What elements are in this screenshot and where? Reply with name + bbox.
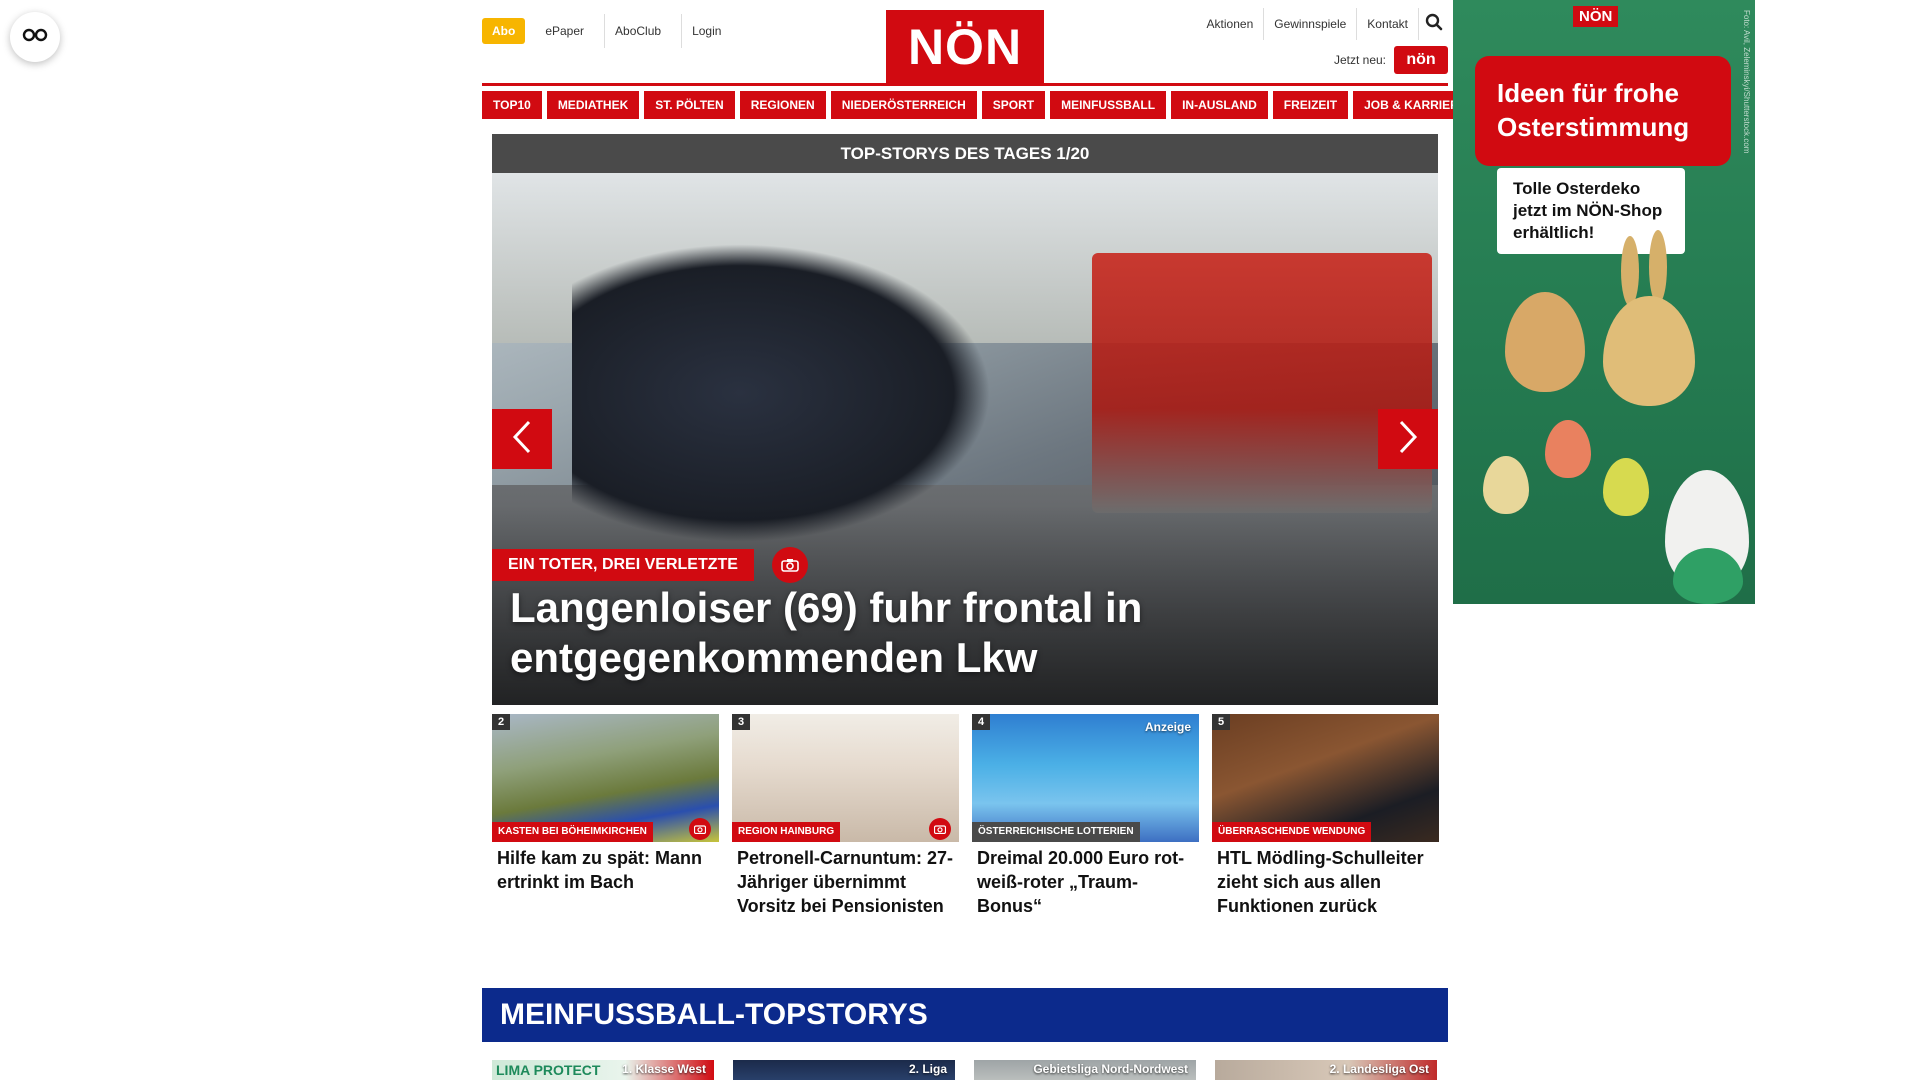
gewinnspiele-link[interactable]: Gewinnspiele (1263, 8, 1356, 40)
story-kicker: KASTEN BEI BÖHEIMKIRCHEN (492, 822, 653, 842)
section-title-meinfussball[interactable]: MEINFUSSBALL-TOPSTORYS (482, 988, 1448, 1042)
slide-bg-truck (1092, 253, 1432, 513)
noen-logo[interactable]: NÖN (886, 10, 1044, 84)
nav-meinfussball[interactable]: MEINFUSSBALL (1050, 91, 1167, 119)
ad-label: Anzeige (1144, 720, 1191, 734)
nav-sport[interactable]: SPORT (981, 91, 1046, 119)
story-card[interactable]: 2 KASTEN BEI BÖHEIMKIRCHEN Hilfe kam zu … (492, 714, 719, 918)
accessibility-button[interactable] (10, 12, 60, 62)
egg-decoration (1505, 292, 1585, 392)
story-kicker: ÖSTERREICHISCHE LOTTERIEN (972, 822, 1140, 842)
easter-egg-stick (1603, 458, 1649, 516)
teaser-league: 1. Klasse West (622, 1062, 706, 1076)
teaser-brand: LIMA PROTECT (496, 1062, 601, 1078)
slider-next-button[interactable] (1378, 409, 1438, 469)
story-card-image[interactable]: 3 REGION HAINBURG (732, 714, 959, 842)
utility-nav-right: Aktionen Gewinnspiele Kontakt (1197, 8, 1448, 40)
slide-headline[interactable]: Langenloiser (69) fuhr frontal in entgeg… (510, 583, 1410, 683)
story-rank: 2 (492, 714, 511, 730)
story-kicker: ÜBERRASCHENDE WENDUNG (1212, 822, 1372, 842)
search-icon (1425, 13, 1443, 36)
meinfussball-teasers: LIMA PROTECT 1. Klasse West 2. Liga Gebi… (492, 1060, 1438, 1080)
aktionen-link[interactable]: Aktionen (1197, 8, 1264, 40)
story-card-image[interactable]: 2 KASTEN BEI BÖHEIMKIRCHEN (492, 714, 719, 842)
utility-nav-left: Abo ePaper AboClub Login (482, 14, 731, 48)
nav-top10[interactable]: TOP10 (482, 91, 542, 119)
page: { "header": { "abo_label": "Abo", "left_… (0, 0, 1920, 1080)
nav-st-poelten[interactable]: ST. PÖLTEN (644, 91, 735, 119)
bunny-body-decoration (1603, 296, 1695, 406)
teaser-league: Gebietsliga Nord-Nordwest (1033, 1062, 1188, 1076)
story-rank: 5 (1212, 714, 1231, 730)
nav-in-ausland[interactable]: IN-AUSLAND (1171, 91, 1268, 119)
story-cards: 2 KASTEN BEI BÖHEIMKIRCHEN Hilfe kam zu … (492, 714, 1439, 918)
nav-mediathek[interactable]: MEDIATHEK (546, 91, 640, 119)
nav-niederoesterreich[interactable]: NIEDERÖSTERREICH (830, 91, 977, 119)
epaper-link[interactable]: ePaper (535, 14, 594, 48)
ad-logo: NÖN (1573, 6, 1619, 27)
story-rank: 4 (972, 714, 991, 730)
slider-title: TOP-STORYS DES TAGES 1/20 (492, 134, 1438, 173)
aboclub-link[interactable]: AboClub (604, 14, 671, 48)
slide-kicker[interactable]: EIN TOTER, DREI VERLETZTE (492, 549, 754, 581)
story-card[interactable]: 3 REGION HAINBURG Petronell-Carnuntum: 2… (732, 714, 959, 918)
bunny-decoration (1621, 236, 1639, 306)
site-header: Abo ePaper AboClub Login NÖN Aktionen Ge… (482, 0, 1448, 86)
story-title[interactable]: Hilfe kam zu spät: Mann ertrinkt im Bach (492, 842, 719, 894)
kontakt-link[interactable]: Kontakt (1356, 8, 1418, 40)
main-nav: TOP10 MEDIATHEK ST. PÖLTEN REGIONEN NIED… (482, 91, 1478, 119)
bunny-decoration (1649, 230, 1667, 304)
chevron-right-icon (1397, 419, 1419, 460)
story-card[interactable]: 5 ÜBERRASCHENDE WENDUNG HTL Mödling-Schu… (1212, 714, 1439, 918)
easter-egg-stick (1545, 420, 1591, 478)
story-title[interactable]: HTL Mödling-Schulleiter zieht sich aus a… (1212, 842, 1439, 918)
teaser-card[interactable]: 2. Landesliga Ost (1215, 1060, 1437, 1080)
ad-headline: Ideen für frohe Osterstimmung (1475, 56, 1731, 166)
story-card-image[interactable]: 5 ÜBERRASCHENDE WENDUNG (1212, 714, 1439, 842)
ad-photo-credit: Foto: Avil, Zeleminskyi/Shutterstock.com (1742, 10, 1751, 154)
jetzt-neu-label: Jetzt neu: (1333, 53, 1386, 67)
login-link[interactable]: Login (681, 14, 731, 48)
teaser-league: 2. Liga (908, 1062, 947, 1076)
story-card[interactable]: 4 Anzeige ÖSTERREICHISCHE LOTTERIEN Drei… (972, 714, 1199, 918)
teaser-card[interactable]: Gebietsliga Nord-Nordwest (974, 1060, 1196, 1080)
glasses-icon (22, 27, 48, 48)
easter-egg-stick (1483, 456, 1529, 514)
search-button[interactable] (1418, 8, 1448, 40)
camera-icon (689, 818, 711, 840)
story-kicker: REGION HAINBURG (732, 822, 841, 842)
abo-button[interactable]: Abo (482, 18, 526, 44)
camera-icon (929, 818, 951, 840)
teaser-card[interactable]: 2. Liga (733, 1060, 955, 1080)
story-title[interactable]: Petronell-Carnuntum: 27-Jähriger übernim… (732, 842, 959, 918)
camera-icon (771, 547, 808, 583)
story-title[interactable]: Dreimal 20.000 Euro rot-weiß-roter „Trau… (972, 842, 1199, 918)
story-card-image[interactable]: 4 Anzeige ÖSTERREICHISCHE LOTTERIEN (972, 714, 1199, 842)
teaser-card[interactable]: LIMA PROTECT 1. Klasse West (492, 1060, 714, 1080)
nav-freizeit[interactable]: FREIZEIT (1272, 91, 1349, 119)
nav-regionen[interactable]: REGIONEN (739, 91, 826, 119)
easter-shop-ad[interactable]: NÖN Foto: Avil, Zeleminskyi/Shutterstock… (1453, 0, 1755, 604)
jetzt-neu: Jetzt neu: nön (1334, 46, 1448, 74)
slide-image[interactable]: EIN TOTER, DREI VERLETZTE Langenloiser (… (492, 173, 1438, 705)
chevron-left-icon (511, 419, 533, 460)
slide-bg-car (572, 243, 992, 543)
teaser-league: 2. Landesliga Ost (1329, 1062, 1429, 1076)
slide-kicker-row: EIN TOTER, DREI VERLETZTE (492, 547, 808, 583)
top-stories-slider: TOP-STORYS DES TAGES 1/20 EIN TOTER, DRE… (492, 134, 1438, 705)
story-rank: 3 (732, 714, 751, 730)
mini-logo[interactable]: nön (1394, 46, 1448, 74)
slider-prev-button[interactable] (492, 409, 552, 469)
